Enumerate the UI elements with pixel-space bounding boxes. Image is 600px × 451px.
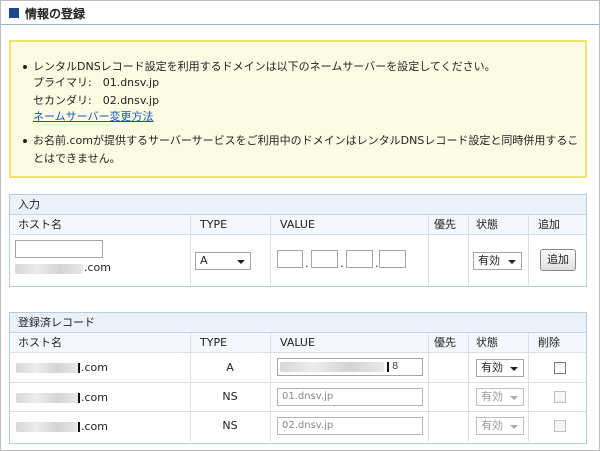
value-octet-4[interactable] [379, 250, 406, 268]
chevron-down-icon [508, 260, 516, 264]
octet-dot: . [375, 257, 379, 270]
value-redacted [280, 362, 384, 372]
header-priority: 優先 [434, 336, 456, 349]
notice-line-3: とはできません。 [33, 152, 121, 165]
domain-redacted [78, 363, 80, 373]
value-octet-3[interactable] [346, 250, 373, 268]
header-status: 状態 [476, 218, 498, 231]
input-row: .com A . . . 有効 追加 [10, 235, 586, 285]
delete-checkbox [554, 391, 566, 403]
table-row: .com A 8 有効 [10, 353, 586, 383]
page-title: 情報の登録 [25, 7, 86, 21]
domain-redacted [16, 363, 78, 373]
record-value-input: 02.dnsv.jp [277, 417, 423, 435]
square-bullet-icon [9, 8, 19, 18]
status-select[interactable]: 有効 [473, 252, 522, 270]
domain-suffix: .com [84, 261, 111, 274]
header-host: ホスト名 [18, 336, 62, 349]
records-panel-title: 登録済レコード [10, 313, 586, 333]
nameserver-change-link[interactable]: ネームサーバー変更方法 [33, 108, 154, 124]
header-type: TYPE [200, 336, 228, 349]
record-type: NS [222, 419, 238, 432]
header-value: VALUE [280, 218, 315, 231]
delete-checkbox[interactable] [554, 362, 566, 374]
record-domain-suffix: .com [81, 361, 108, 374]
record-domain-suffix: .com [81, 420, 108, 433]
input-panel: 入力 ホスト名 TYPE VALUE 優先 状態 追加 .com A . . .… [9, 194, 587, 287]
octet-dot: . [340, 257, 344, 270]
table-row: .com NS 02.dnsv.jp 有効 [10, 412, 586, 441]
domain-redacted [16, 422, 78, 432]
table-row: .com NS 01.dnsv.jp 有効 [10, 383, 586, 412]
record-status-select[interactable]: 有効 [476, 359, 524, 377]
header-type: TYPE [200, 218, 228, 231]
domain-redacted [78, 393, 80, 403]
chevron-down-icon [510, 425, 518, 429]
record-type: NS [222, 390, 238, 403]
chevron-down-icon [237, 260, 245, 264]
chevron-down-icon [510, 367, 518, 371]
records-panel: 登録済レコード ホスト名 TYPE VALUE 優先 状態 削除 .com A … [9, 312, 587, 444]
nameserver-notice: レンタルDNSレコード設定を利用するドメインは以下のネームサーバーを設定してくだ… [9, 40, 587, 178]
chevron-down-icon [510, 396, 518, 400]
record-value-input: 01.dnsv.jp [277, 388, 423, 406]
header-status: 状態 [476, 336, 498, 349]
domain-redacted [15, 264, 83, 274]
type-select[interactable]: A [195, 252, 251, 270]
header-add: 追加 [538, 218, 560, 231]
bullet-icon [23, 65, 27, 69]
add-button[interactable]: 追加 [540, 249, 576, 271]
notice-line-2: お名前.comが提供するサーバーサービスをご利用中のドメインはレンタルDNSレコ… [33, 134, 579, 147]
header-value: VALUE [280, 336, 315, 349]
header-priority: 優先 [434, 218, 456, 231]
input-header-row: ホスト名 TYPE VALUE 優先 状態 追加 [10, 215, 586, 235]
primary-nameserver: プライマリ: 01.dnsv.jp [33, 76, 160, 89]
value-redacted [387, 362, 389, 372]
domain-redacted [16, 393, 78, 403]
record-domain-suffix: .com [81, 391, 108, 404]
domain-redacted [78, 422, 80, 432]
records-header-row: ホスト名 TYPE VALUE 優先 状態 削除 [10, 333, 586, 353]
secondary-nameserver: セカンダリ: 02.dnsv.jp [33, 94, 160, 107]
record-value-input[interactable]: 8 [277, 358, 423, 376]
octet-dot: . [305, 257, 309, 270]
value-octet-1[interactable] [277, 250, 303, 268]
value-octet-2[interactable] [311, 250, 338, 268]
record-type: A [226, 361, 234, 374]
header-host: ホスト名 [18, 218, 62, 231]
delete-checkbox [554, 420, 566, 432]
header-delete: 削除 [538, 336, 560, 349]
input-panel-title: 入力 [10, 195, 586, 215]
bullet-icon [23, 139, 27, 143]
notice-line-1: レンタルDNSレコード設定を利用するドメインは以下のネームサーバーを設定してくだ… [33, 60, 496, 73]
record-status-select: 有効 [476, 417, 524, 435]
host-input[interactable] [15, 240, 103, 258]
record-status-select: 有効 [476, 388, 524, 406]
page-header: 情報の登録 [1, 1, 599, 25]
